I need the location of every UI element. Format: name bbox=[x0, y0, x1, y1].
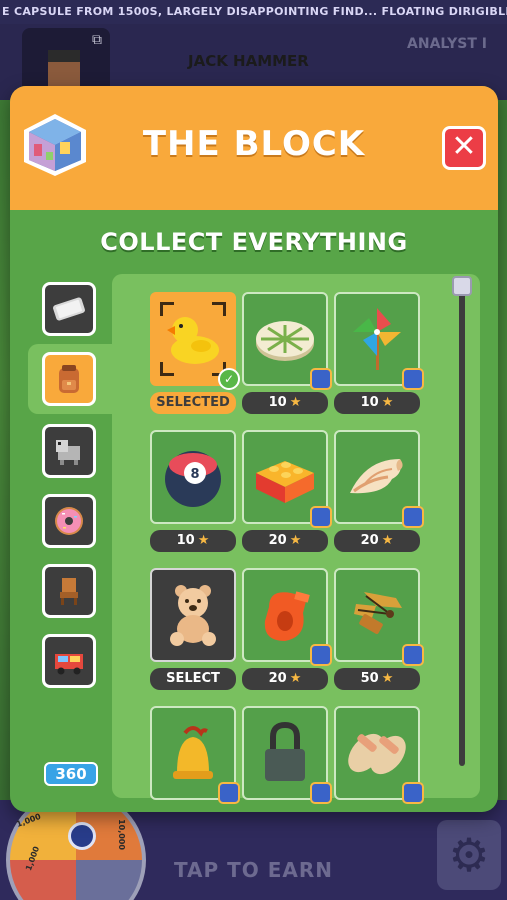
price-button[interactable]: 20 ★ bbox=[242, 668, 328, 690]
item-fan-plate[interactable] bbox=[242, 292, 332, 390]
star-currency-icon: ★ bbox=[289, 533, 302, 548]
item-bell[interactable] bbox=[150, 706, 240, 804]
donut-icon bbox=[55, 507, 83, 535]
item-toy-brick[interactable] bbox=[242, 430, 332, 528]
dog-icon bbox=[56, 440, 80, 465]
price-value: 50 bbox=[360, 671, 379, 686]
star-currency-icon: ★ bbox=[197, 533, 210, 548]
star-currency-icon: ★ bbox=[381, 671, 394, 686]
category-accessories[interactable] bbox=[42, 352, 96, 406]
lock-badge-icon bbox=[310, 506, 332, 528]
chair-icon bbox=[60, 578, 78, 605]
price-value: 10 bbox=[360, 395, 379, 410]
star-currency-icon: ★ bbox=[381, 395, 394, 410]
price-button[interactable]: 20 ★ bbox=[334, 530, 420, 552]
lock-badge-icon bbox=[402, 368, 424, 390]
category-electronics[interactable] bbox=[42, 282, 96, 336]
item-whistle[interactable] bbox=[242, 568, 332, 666]
item-rubber-duck[interactable]: ✓ bbox=[150, 292, 240, 390]
pinwheel-icon bbox=[353, 308, 401, 370]
rubber-duck-icon bbox=[167, 317, 219, 364]
item-seashell[interactable] bbox=[334, 430, 424, 528]
lock-badge-icon bbox=[310, 644, 332, 666]
category-furniture[interactable] bbox=[42, 564, 96, 618]
owned-check-icon: ✓ bbox=[218, 368, 240, 390]
star-currency-icon: ★ bbox=[381, 533, 394, 548]
tap-to-earn-label: TAP TO EARN bbox=[173, 858, 334, 882]
item-eight-ball[interactable]: 8 bbox=[150, 430, 236, 524]
truck-icon bbox=[55, 654, 83, 675]
lock-badge-icon bbox=[402, 506, 424, 528]
wheel-label: 10,000 bbox=[116, 819, 126, 850]
price-value: 20 bbox=[360, 533, 379, 548]
news-ticker: E CAPSULE FROM 1500S, LARGELY DISAPPOINT… bbox=[0, 0, 507, 24]
price-value: 20 bbox=[268, 671, 287, 686]
selection-corner bbox=[160, 302, 174, 316]
star-currency-icon: ★ bbox=[289, 395, 302, 410]
item-slingshot[interactable] bbox=[334, 568, 424, 666]
star-currency-icon: ★ bbox=[289, 671, 302, 686]
sandals-icon bbox=[348, 733, 406, 775]
player-name: JACK HAMMER bbox=[188, 52, 309, 70]
price-value: 10 bbox=[268, 395, 287, 410]
toy-brick-icon bbox=[256, 461, 314, 503]
close-button[interactable]: ✕ bbox=[442, 126, 486, 170]
settings-gear-icon[interactable]: ⚙ bbox=[437, 820, 501, 890]
item-teddy-bear[interactable] bbox=[150, 568, 236, 662]
price-value: 20 bbox=[268, 533, 287, 548]
external-link-icon[interactable]: ⧉ bbox=[92, 32, 102, 48]
lock-badge-icon bbox=[310, 368, 332, 390]
bell-icon bbox=[173, 726, 213, 779]
select-button[interactable]: SELECT bbox=[150, 668, 236, 690]
item-sandals[interactable] bbox=[334, 706, 424, 804]
fan-plate-icon bbox=[256, 321, 314, 361]
lock-badge-icon bbox=[402, 782, 424, 804]
price-button[interactable]: 10 ★ bbox=[242, 392, 328, 414]
scrollbar-track[interactable] bbox=[459, 282, 465, 766]
lock-badge-icon bbox=[402, 644, 424, 666]
player-role: ANALYST I bbox=[407, 36, 487, 52]
modal-title: THE BLOCK bbox=[142, 124, 366, 164]
padlock-icon bbox=[265, 721, 305, 781]
wheel-play-icon[interactable] bbox=[68, 822, 96, 850]
price-button[interactable]: 50 ★ bbox=[334, 668, 420, 690]
category-vehicles[interactable] bbox=[42, 634, 96, 688]
teddy-bear-icon bbox=[170, 585, 216, 646]
modal-header: THE BLOCK ✕ bbox=[10, 86, 498, 210]
category-food[interactable] bbox=[42, 494, 96, 548]
seashell-icon bbox=[350, 459, 403, 494]
selection-corner bbox=[160, 362, 174, 376]
selection-corner bbox=[212, 302, 226, 316]
slingshot-icon bbox=[354, 592, 402, 634]
scrollbar-thumb[interactable] bbox=[452, 276, 472, 296]
category-pets[interactable] bbox=[42, 424, 96, 478]
svg-text:8: 8 bbox=[190, 467, 199, 482]
phone-icon bbox=[53, 297, 85, 321]
collection-modal: THE BLOCK ✕ COLLECT EVERYTHING 360 ✓ 8 S… bbox=[10, 86, 498, 812]
price-button[interactable]: 10 ★ bbox=[334, 392, 420, 414]
eight-ball-icon: 8 bbox=[165, 451, 221, 507]
item-pinwheel[interactable] bbox=[334, 292, 424, 390]
item-action-button[interactable]: SELECTED bbox=[150, 392, 236, 414]
item-padlock[interactable] bbox=[242, 706, 332, 804]
lock-badge-icon bbox=[218, 782, 240, 804]
backpack-icon bbox=[59, 365, 79, 393]
coin-count-badge: 360 bbox=[44, 762, 98, 786]
price-button[interactable]: 10 ★ bbox=[150, 530, 236, 552]
lock-badge-icon bbox=[310, 782, 332, 804]
price-value: 10 bbox=[176, 533, 195, 548]
whistle-icon bbox=[264, 591, 310, 641]
collection-subtitle: COLLECT EVERYTHING bbox=[100, 228, 408, 256]
price-button[interactable]: 20 ★ bbox=[242, 530, 328, 552]
